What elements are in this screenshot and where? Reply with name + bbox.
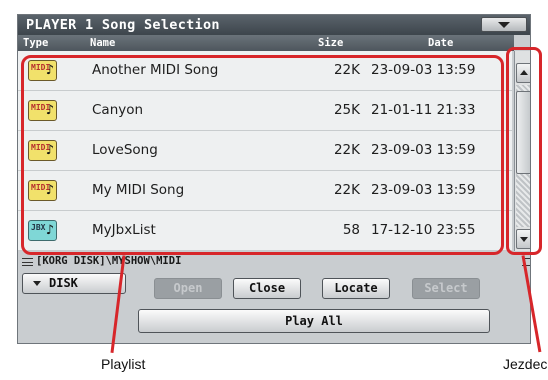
scrollbar-highlight — [506, 47, 542, 255]
playlist-callout: Playlist — [101, 356, 146, 372]
title-bar: PLAYER 1 Song Selection — [18, 15, 530, 35]
open-button[interactable]: Open — [154, 278, 222, 299]
path-bar: [KORG DISK]\MYSHOW\MIDI — [18, 255, 530, 269]
disk-dropdown[interactable]: DISK — [22, 273, 126, 294]
current-path: [KORG DISK]\MYSHOW\MIDI — [36, 255, 182, 267]
locate-button[interactable]: Locate — [322, 278, 390, 299]
menu-lines-icon — [22, 258, 33, 266]
column-date[interactable]: Date — [428, 37, 453, 49]
scrollbar-callout: Jezdec — [503, 356, 548, 372]
chevron-down-icon — [33, 281, 41, 286]
playlist-highlight — [21, 55, 504, 255]
chevron-down-icon — [498, 22, 510, 28]
column-header: Type Name Size Date — [18, 35, 514, 51]
select-button[interactable]: Select — [412, 278, 480, 299]
column-size[interactable]: Size — [318, 37, 343, 49]
column-name[interactable]: Name — [90, 37, 115, 49]
close-button[interactable]: Close — [233, 278, 301, 299]
page-menu-button[interactable] — [481, 17, 527, 32]
disk-dropdown-label: DISK — [49, 276, 78, 290]
window-title: PLAYER 1 Song Selection — [26, 17, 220, 33]
column-type[interactable]: Type — [23, 37, 48, 49]
play-all-button[interactable]: Play All — [138, 309, 490, 333]
